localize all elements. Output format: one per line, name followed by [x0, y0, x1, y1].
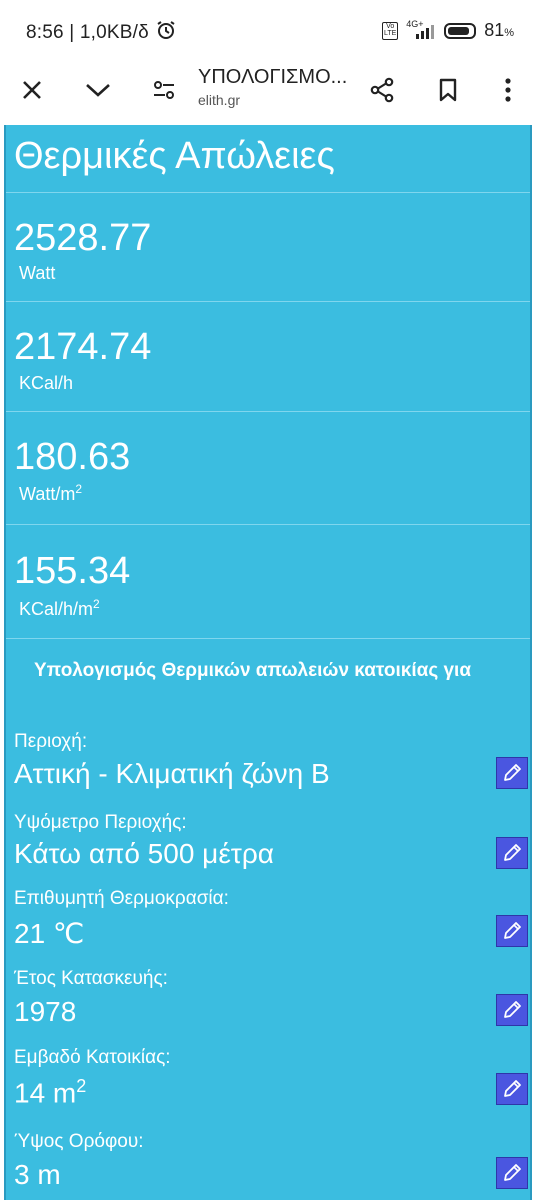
result-value: 2174.74	[14, 326, 152, 368]
edit-floor-height-button[interactable]	[496, 1157, 528, 1189]
volte-icon: Vo LTE	[382, 21, 399, 40]
page-url[interactable]: elith.gr	[198, 92, 240, 108]
field-value: Κάτω από 500 μέτρα	[14, 838, 274, 869]
signal-icon: 4G+	[406, 19, 436, 39]
field-label: Εμβαδό Κατοικίας:	[14, 1047, 171, 1068]
pencil-icon	[504, 1080, 521, 1097]
edit-temperature-button[interactable]	[496, 915, 528, 947]
field-value: 1978	[14, 996, 77, 1027]
divider	[6, 192, 530, 193]
divider	[6, 411, 530, 412]
edit-year-button[interactable]	[496, 994, 528, 1026]
edit-altitude-button[interactable]	[496, 837, 528, 869]
edit-region-button[interactable]	[496, 757, 528, 789]
status-time-speed: 8:56 | 1,0KB/δ	[26, 20, 176, 46]
pencil-icon	[504, 844, 521, 861]
alarm-icon	[156, 20, 176, 46]
field-label: Περιοχή:	[14, 731, 88, 752]
field-value: Αττική - Κλιματική ζώνη Β	[14, 758, 330, 789]
calculator-results-panel: Θερμικές Απώλειες 2528.77 Watt 2174.74 K…	[4, 125, 532, 1200]
divider	[6, 638, 530, 639]
field-value: 21 ℃	[14, 918, 85, 949]
pencil-icon	[504, 922, 521, 939]
chevron-down-icon[interactable]	[80, 72, 116, 108]
pencil-icon	[504, 764, 521, 781]
field-label: Ύψος Ορόφου:	[14, 1131, 144, 1152]
edit-area-button[interactable]	[496, 1073, 528, 1105]
bookmark-icon[interactable]	[430, 72, 466, 108]
page-title[interactable]: ΥΠΟΛΟΓΙΣΜΟ...	[198, 66, 347, 89]
result-value: 155.34	[14, 550, 131, 592]
browser-toolbar: ΥΠΟΛΟΓΙΣΜΟ... elith.gr	[0, 60, 540, 120]
result-unit: KCal/h/m2	[19, 597, 100, 619]
battery-percent: 81%	[484, 20, 514, 40]
field-value: 3 m	[14, 1159, 61, 1190]
divider	[6, 301, 530, 302]
result-unit: Watt/m2	[19, 482, 83, 504]
result-value: 180.63	[14, 436, 131, 478]
divider	[6, 524, 530, 525]
field-label: Υψόμετρο Περιοχής:	[14, 812, 187, 833]
field-label: Επιθυμητή Θερμοκρασία:	[14, 888, 229, 909]
result-unit: Watt	[19, 263, 56, 283]
field-value: 14 m2	[14, 1076, 87, 1109]
more-menu-icon[interactable]	[490, 72, 526, 108]
result-unit: KCal/h	[19, 373, 74, 393]
pencil-icon	[504, 1001, 521, 1018]
section-subheading: Υπολογισμός Θερμικών απωλειών κατοικίας …	[34, 660, 472, 681]
result-value: 2528.77	[14, 217, 152, 259]
site-settings-icon[interactable]	[146, 72, 182, 108]
results-heading: Θερμικές Απώλειες	[14, 135, 335, 177]
close-icon[interactable]	[14, 72, 50, 108]
status-bar: 8:56 | 1,0KB/δ Vo LTE 4G+ 81%	[0, 0, 540, 60]
pencil-icon	[504, 1164, 521, 1181]
share-icon[interactable]	[364, 72, 400, 108]
field-label: Έτος Κατασκευής:	[14, 968, 168, 989]
battery-icon	[444, 22, 477, 39]
